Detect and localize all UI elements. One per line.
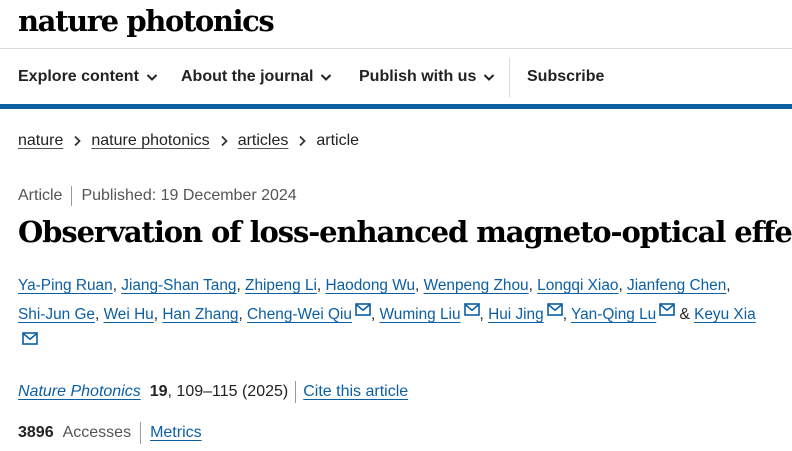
author-link[interactable]: Han Zhang bbox=[162, 306, 238, 323]
accesses-label: Accesses bbox=[62, 424, 132, 441]
subscribe-link[interactable]: Subscribe bbox=[527, 50, 604, 104]
nav-item-label: Explore content bbox=[18, 68, 139, 85]
author-link[interactable]: Longqi Xiao bbox=[537, 277, 618, 294]
author-link[interactable]: Keyu Xia bbox=[694, 306, 756, 323]
article-type: Article bbox=[18, 187, 63, 204]
mail-icon[interactable] bbox=[546, 303, 563, 316]
mail-icon[interactable] bbox=[463, 303, 480, 316]
article-meta: Article Published: 19 December 2024 bbox=[18, 186, 297, 206]
masthead: nature photonics bbox=[0, 0, 792, 49]
mail-icon[interactable] bbox=[659, 303, 676, 316]
author-link[interactable]: Wenpeng Zhou bbox=[424, 277, 529, 294]
metrics-divider bbox=[140, 422, 142, 444]
chevron-right-icon bbox=[221, 135, 228, 147]
nav-divider bbox=[509, 58, 510, 97]
author-link[interactable]: Zhipeng Li bbox=[245, 277, 317, 294]
main-nav: Explore content About the journal Publis… bbox=[0, 50, 792, 104]
volume-number: 19 bbox=[149, 383, 168, 400]
author-link[interactable]: Haodong Wu bbox=[325, 277, 415, 294]
chevron-down-icon bbox=[146, 74, 158, 81]
author-list: Ya-Ping Ruan, Jiang-Shan Tang, Zhipeng L… bbox=[18, 271, 788, 358]
cite-this-article-link[interactable]: Cite this article bbox=[303, 383, 408, 401]
and-symbol: & bbox=[679, 306, 690, 323]
author-link[interactable]: Wei Hu bbox=[104, 306, 154, 323]
citation-line: Nature Photonics 19 , 109–115 (2025) Cit… bbox=[18, 381, 408, 403]
breadcrumb-nature-photonics[interactable]: nature photonics bbox=[91, 132, 209, 150]
citation-divider bbox=[295, 381, 297, 403]
chevron-right-icon bbox=[74, 135, 82, 147]
breadcrumb-nature[interactable]: nature bbox=[18, 132, 63, 150]
published-date: Published: 19 December 2024 bbox=[81, 187, 297, 204]
breadcrumb-articles[interactable]: articles bbox=[238, 132, 289, 150]
mail-icon[interactable] bbox=[355, 303, 371, 316]
author-link[interactable]: Jiang-Shan Tang bbox=[121, 277, 236, 294]
author-link[interactable]: Yan-Qing Lu bbox=[571, 306, 656, 323]
nav-item-label: Publish with us bbox=[359, 68, 477, 85]
breadcrumb: nature nature photonics articles article bbox=[18, 131, 359, 151]
nav-about-journal[interactable]: About the journal bbox=[181, 50, 333, 104]
journal-link[interactable]: Nature Photonics bbox=[18, 383, 141, 401]
nav-accent-rule bbox=[0, 104, 792, 109]
article-title: Observation of loss-enhanced magneto-opt… bbox=[18, 215, 792, 249]
accesses-count: 3896 bbox=[18, 424, 54, 441]
author-link[interactable]: Wuming Liu bbox=[380, 306, 461, 323]
metrics-line: 3896 Accesses Metrics bbox=[18, 422, 202, 444]
nav-explore-content[interactable]: Explore content bbox=[18, 50, 159, 104]
chevron-right-icon bbox=[299, 135, 307, 147]
author-link[interactable]: Jianfeng Chen bbox=[627, 277, 726, 294]
metrics-link[interactable]: Metrics bbox=[150, 424, 202, 442]
breadcrumb-current: article bbox=[316, 132, 360, 149]
nav-item-label: About the journal bbox=[181, 68, 314, 85]
chevron-down-icon bbox=[484, 74, 495, 81]
pages-year: , 109–115 (2025) bbox=[167, 383, 289, 400]
chevron-down-icon bbox=[321, 74, 332, 81]
mail-icon[interactable] bbox=[22, 332, 38, 345]
nav-publish-with-us[interactable]: Publish with us bbox=[359, 50, 496, 104]
author-link[interactable]: Hui Jing bbox=[488, 306, 544, 323]
meta-divider bbox=[71, 186, 73, 206]
journal-logo[interactable]: nature photonics bbox=[18, 3, 275, 39]
author-link[interactable]: Cheng-Wei Qiu bbox=[247, 306, 352, 323]
author-link[interactable]: Ya-Ping Ruan bbox=[18, 277, 113, 294]
author-link[interactable]: Shi-Jun Ge bbox=[18, 306, 95, 323]
